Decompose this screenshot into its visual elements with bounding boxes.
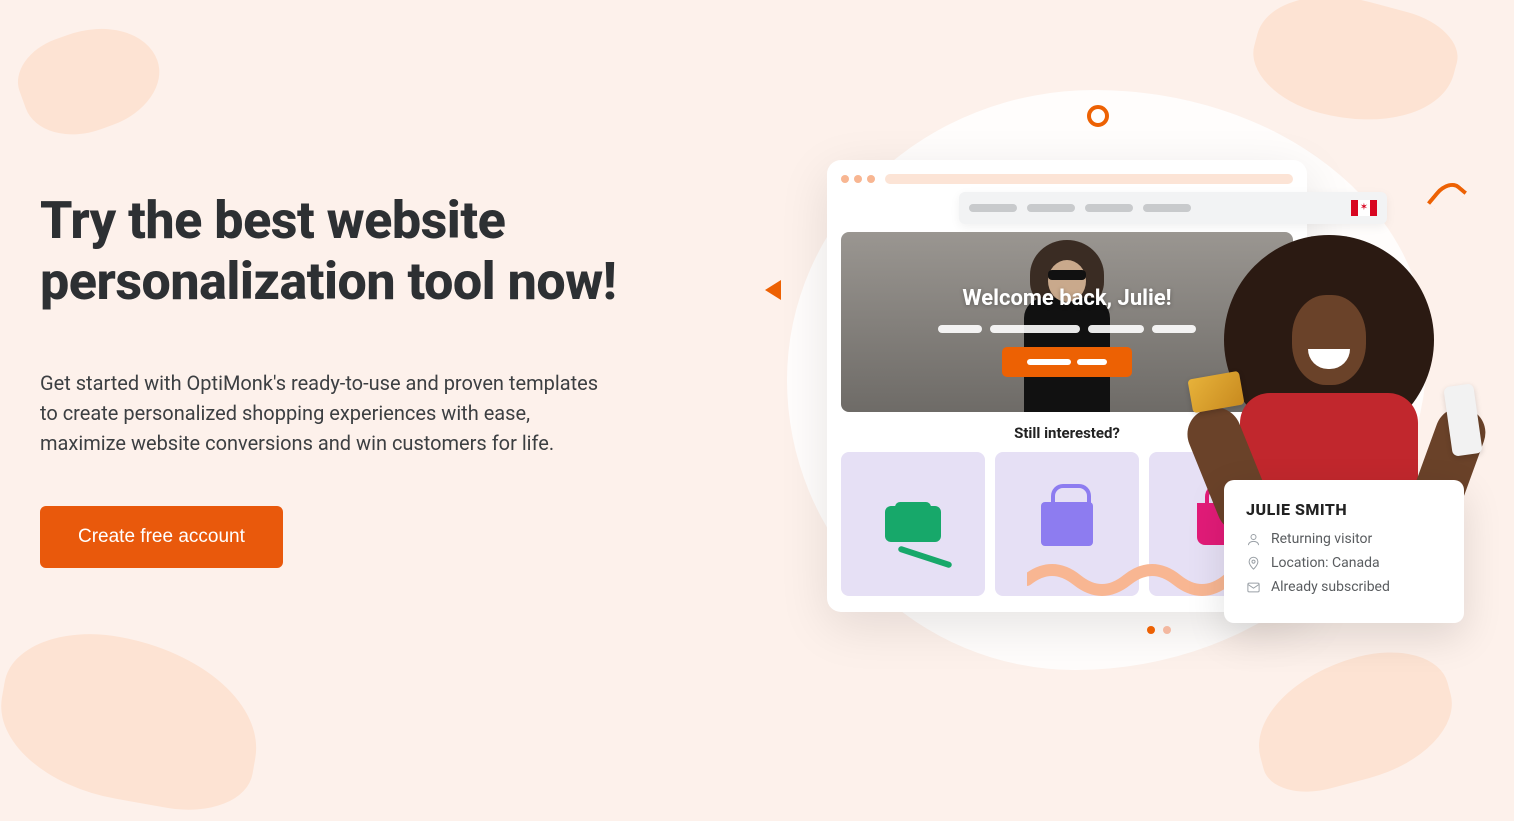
create-free-account-button[interactable]: Create free account [40, 506, 283, 568]
triangle-icon [765, 280, 781, 300]
carousel-pagination[interactable] [1147, 626, 1171, 634]
nav-link-placeholder [969, 204, 1017, 212]
nav-link-placeholder [1143, 204, 1191, 212]
carousel-dot-1[interactable] [1147, 626, 1155, 634]
location-pin-icon [1246, 556, 1261, 571]
mock-subtext-lines [938, 325, 1196, 333]
visitor-location-row: Location: Canada [1246, 555, 1442, 571]
visitor-subscribed-row: Already subscribed [1246, 579, 1442, 595]
nav-link-placeholder [1085, 204, 1133, 212]
hero-subhead: Get started with OptiMonk's ready-to-use… [40, 368, 600, 458]
visitor-status-text: Returning visitor [1271, 531, 1372, 547]
nav-link-placeholder [1027, 204, 1075, 212]
circle-icon [1087, 105, 1109, 127]
visitor-name: JULIE SMITH [1246, 500, 1442, 519]
browser-chrome [841, 174, 1293, 184]
hero-section: Try the best website personalization too… [0, 0, 1514, 800]
address-bar-placeholder [885, 174, 1293, 184]
site-nav-bar: ✶ [959, 192, 1387, 224]
carousel-dot-2[interactable] [1163, 626, 1171, 634]
mock-hero-model [1002, 232, 1132, 412]
credit-card-icon [1187, 371, 1244, 414]
bag-icon [1041, 502, 1093, 546]
visitor-location-text: Location: Canada [1271, 555, 1380, 571]
envelope-icon [1246, 580, 1261, 595]
welcome-back-text: Welcome back, Julie! [962, 286, 1171, 311]
squiggle-icon [1427, 176, 1467, 217]
product-card-green-bag [841, 452, 985, 596]
window-dots-icon [841, 175, 875, 183]
visitor-subscribed-text: Already subscribed [1271, 579, 1390, 595]
visitor-info-card: JULIE SMITH Returning visitor Location: … [1224, 480, 1464, 623]
user-icon [1246, 532, 1261, 547]
mock-cta-button [1002, 347, 1132, 377]
canada-flag-icon: ✶ [1351, 200, 1377, 216]
hero-copy: Try the best website personalization too… [0, 0, 757, 800]
hero-headline: Try the best website personalization too… [40, 190, 717, 313]
bag-icon [885, 506, 941, 542]
hero-illustration: ✶ Welcome back, Julie! Still interested? [757, 0, 1514, 800]
visitor-status-row: Returning visitor [1246, 531, 1442, 547]
